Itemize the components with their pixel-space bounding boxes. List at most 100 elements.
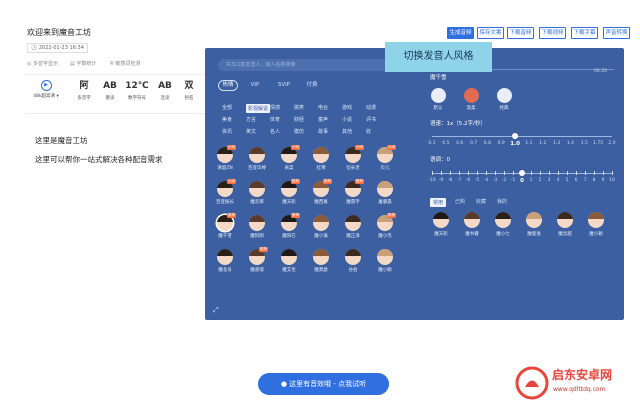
voice-avatar[interactable]: 百变毕婷 (244, 147, 270, 179)
download-subtitle-button[interactable]: 下载字幕 (571, 27, 598, 39)
category-item[interactable]: 电台 (318, 104, 328, 111)
voice-avatar[interactable]: 百变振长 大咖 (212, 179, 238, 213)
common-voice-avatar[interactable]: 魔小七 (490, 212, 516, 242)
category-item[interactable]: 名人 (270, 128, 280, 135)
tab-mine[interactable]: 我的 (497, 198, 507, 205)
number-tool[interactable]: 12℃ 数字符号 (124, 80, 150, 110)
speed-tick[interactable]: 1.5 (578, 141, 590, 146)
voice-avatar[interactable]: 魔天轮 推荐 (276, 179, 302, 213)
category-item[interactable]: 英文 (246, 128, 256, 135)
category-item[interactable]: 全部 (222, 104, 232, 111)
style-gentle[interactable]: 温柔 (460, 88, 482, 111)
style-default[interactable]: 默认 (427, 88, 449, 111)
speed-tick[interactable]: 2.0 (606, 141, 618, 146)
tab-favorites[interactable]: 收藏 (476, 198, 486, 205)
voice-avatar[interactable]: 魔小颖 (372, 249, 398, 281)
voice-avatar[interactable]: 恺长老 大咖 (340, 145, 366, 179)
tab-paid[interactable]: 付费 (304, 80, 320, 91)
voice-avatar[interactable]: 魔小藻 (308, 215, 334, 247)
category-item[interactable]: 故事 (318, 128, 328, 135)
editor-line[interactable]: 这里是魔音工坊 (35, 137, 88, 145)
category-item[interactable]: 影视解说 (246, 104, 271, 113)
speed-track[interactable] (432, 136, 612, 137)
liaison-tool[interactable]: AB 连读 (152, 80, 178, 110)
pitch-tick[interactable]: 10 (606, 178, 618, 183)
speed-tick[interactable]: 1.4 (564, 141, 576, 146)
voice-avatar[interactable]: 魔正泽 (340, 215, 366, 247)
common-voice-avatar[interactable]: 魔小颖 (583, 212, 609, 242)
voice-avatar[interactable]: 魔雷宇 推荐 (340, 179, 366, 213)
voice-convert-button[interactable]: 声音转换 (603, 27, 630, 39)
voice-avatar[interactable]: 谷伯 (340, 249, 366, 281)
category-item[interactable]: 体育 (270, 116, 280, 123)
voice-avatar[interactable]: 魔云那 (244, 181, 270, 213)
save-text-button[interactable]: 保存文案 (477, 27, 504, 39)
voice-avatar[interactable]: 魔阳巳 推荐 (276, 213, 302, 247)
expand-icon[interactable]: ⤢ (213, 306, 219, 315)
category-item[interactable]: 评书 (366, 116, 376, 123)
pitch-knob[interactable] (519, 170, 525, 176)
speed-tick[interactable]: 0.7 (468, 141, 480, 146)
speed-tick[interactable]: 0.5 (440, 141, 452, 146)
category-item[interactable]: 模仿 (294, 128, 304, 135)
category-item[interactable]: 财经 (294, 116, 304, 123)
category-item[interactable]: 动漫 (366, 104, 376, 111)
voice-avatar[interactable]: 魔小杰 推荐 (372, 213, 398, 247)
voice-avatar[interactable]: 魔北号 (212, 249, 238, 281)
stress-tool[interactable]: AB 重读 (97, 80, 123, 110)
voice-avatar[interactable]: 魔骆瑞 推荐 (244, 247, 270, 281)
speed-tick[interactable]: 1.75 (592, 141, 604, 146)
download-audio-button[interactable]: 下载音频 (507, 27, 534, 39)
voice-avatar[interactable]: 魔西葛 推荐 (308, 179, 334, 213)
speed-tick[interactable]: 1.1 (523, 141, 535, 146)
voice-avatar[interactable]: 屠睿晨 (372, 181, 398, 213)
voice-search-input[interactable]: 共311款发音人，输入名称搜索 (218, 59, 398, 71)
category-item[interactable]: 情感 (270, 104, 280, 111)
category-item[interactable]: 搞笑 (294, 104, 304, 111)
speed-tick[interactable]: 1.2 (537, 141, 549, 146)
voice-avatar[interactable]: 贝儿 大咖 (372, 145, 398, 179)
common-voice-avatar[interactable]: 魔天轮 (428, 212, 454, 242)
speed-tick[interactable]: 0.9 (495, 141, 507, 146)
voice-avatar[interactable]: 采菜 大咖 (276, 145, 302, 179)
category-item[interactable]: 游戏 (342, 104, 352, 111)
speaker-select[interactable]: ▶ 48k超高清 ▾ (28, 80, 64, 108)
download-video-button[interactable]: 下载视频 (539, 27, 566, 39)
voice-avatar[interactable]: 清超ZN 大咖 (212, 145, 238, 179)
category-item[interactable]: 收 (366, 128, 371, 135)
category-item[interactable]: 方言 (246, 116, 256, 123)
category-item[interactable]: 小说 (342, 116, 352, 123)
common-voice-avatar[interactable]: 魔俊逸 (521, 212, 547, 242)
speed-tick[interactable]: 1.3 (551, 141, 563, 146)
category-item[interactable]: 资讯 (222, 128, 232, 135)
tab-purchased[interactable]: 已购 (455, 198, 465, 205)
sound-effect-cta-button[interactable]: ● 这里有音效哦 - 点我试听 (258, 373, 389, 395)
category-item[interactable]: 美食 (222, 116, 232, 123)
generate-audio-button[interactable]: 生成音频 (447, 27, 474, 39)
speed-tick[interactable]: 0.1 (426, 141, 438, 146)
polyphone-tool[interactable]: 阿多音字 (71, 80, 97, 110)
voice-avatar[interactable]: 红晴 (308, 147, 334, 179)
voice-avatar[interactable]: 魔萧瑟 (308, 249, 334, 281)
speed-tick[interactable]: 1.0 (509, 141, 521, 147)
common-voice-avatar[interactable]: 魔灵越 (552, 212, 578, 242)
category-item[interactable]: 其他 (342, 128, 352, 135)
avatar-hair (495, 212, 511, 219)
common-voice-avatar[interactable]: 魔书睿 (459, 212, 485, 242)
tab-svip[interactable]: SVIP (275, 80, 293, 91)
tab-hot[interactable]: 热情 (218, 80, 238, 91)
speed-tick[interactable]: 0.6 (454, 141, 466, 146)
speed-tick[interactable]: 0.8 (481, 141, 493, 146)
tab-vip[interactable]: VIP (247, 80, 263, 91)
alias-tool[interactable]: 双别名 (176, 80, 202, 110)
category-item[interactable]: 童声 (318, 116, 328, 123)
word-count[interactable]: ▤ 字数统计 (70, 60, 96, 67)
polyphone-toggle[interactable]: ◎ 多音字显示 (27, 60, 58, 67)
tab-common[interactable]: 常用 (430, 198, 447, 207)
voice-avatar[interactable]: 魔千雪 推荐 (212, 213, 238, 247)
voice-avatar[interactable]: 魔艾伦 (276, 249, 302, 281)
sensitive-check[interactable]: ⛨ 敏感词检测 (110, 60, 140, 67)
voice-avatar[interactable]: 魔阿刚 (244, 215, 270, 247)
editor-line[interactable]: 这里可以帮你一站式解决各种配音需求 (35, 156, 163, 164)
style-classic[interactable]: 经典 (493, 88, 515, 111)
